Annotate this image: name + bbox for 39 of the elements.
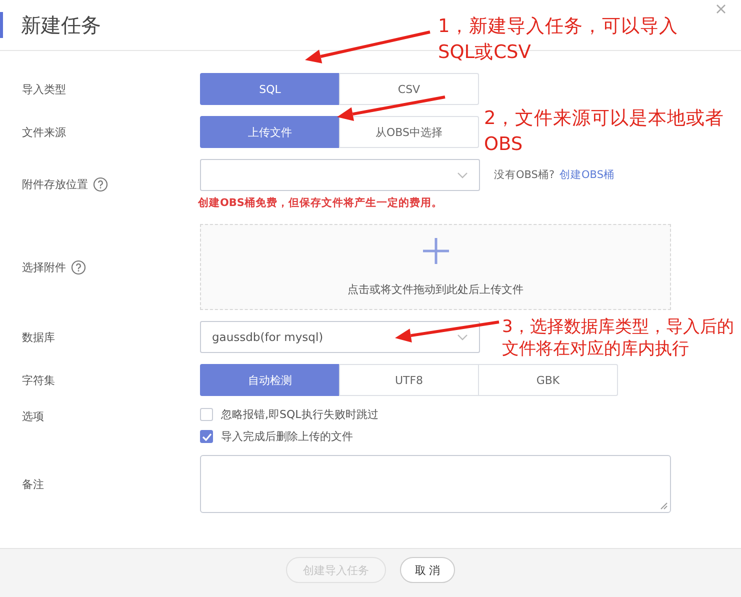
annotation-text: 3，选择数据库类型，导入后的文件将在对应的库内执行	[502, 316, 735, 360]
segment-option[interactable]: UTF8	[339, 364, 479, 396]
annotation-text: 1，新建导入任务，可以导入SQL或CSV	[438, 15, 679, 65]
segment-option[interactable]: 从OBS中选择	[339, 116, 479, 148]
field-label: 选择附件	[22, 260, 66, 274]
dropzone-hint: 点击或将文件拖动到此处后上传文件	[348, 282, 524, 296]
dialog-title: 新建任务	[21, 12, 101, 38]
segment-option[interactable]: 自动检测	[200, 364, 340, 396]
resize-handle-icon[interactable]	[660, 502, 668, 510]
create-bucket-link[interactable]: 创建OBS桶	[560, 168, 614, 182]
field-label: 字符集	[22, 372, 55, 388]
select-field[interactable]: gaussdb(for mysql)	[200, 321, 480, 353]
field-label: 备注	[22, 476, 44, 492]
field-label: 附件存放位置	[22, 177, 88, 192]
field-label: 数据库	[22, 330, 55, 344]
checkbox[interactable]	[200, 430, 213, 443]
warning-text: 创建OBS桶免费，但保存文件将产生一定的费用。	[198, 196, 444, 210]
segment-option[interactable]: SQL	[200, 73, 340, 105]
help-icon[interactable]	[71, 260, 86, 274]
file-dropzone[interactable]: 点击或将文件拖动到此处后上传文件	[200, 224, 671, 310]
helper-text: 没有OBS桶?	[494, 168, 555, 182]
chevron-down-icon	[457, 334, 468, 340]
field-label: 选项	[22, 409, 44, 424]
select-field[interactable]	[200, 159, 480, 191]
close-icon[interactable]	[716, 4, 726, 14]
remarks-textarea[interactable]	[200, 455, 671, 513]
chevron-down-icon	[457, 172, 468, 178]
segment-option[interactable]: GBK	[478, 364, 618, 396]
checkbox-label: 忽略报错,即SQL执行失败时跳过	[221, 407, 378, 422]
segment-option[interactable]: CSV	[339, 73, 479, 105]
checkbox[interactable]	[200, 408, 213, 421]
annotation-text: 2，文件来源可以是本地或者OBS	[484, 107, 725, 157]
checkbox-label: 导入完成后删除上传的文件	[221, 429, 353, 444]
plus-icon	[422, 238, 448, 264]
segment-option[interactable]: 上传文件	[200, 116, 340, 148]
field-label: 文件来源	[22, 124, 66, 140]
field-label: 导入类型	[22, 82, 66, 96]
help-icon[interactable]	[93, 177, 108, 192]
footer-button[interactable]: 取 消	[400, 557, 456, 583]
